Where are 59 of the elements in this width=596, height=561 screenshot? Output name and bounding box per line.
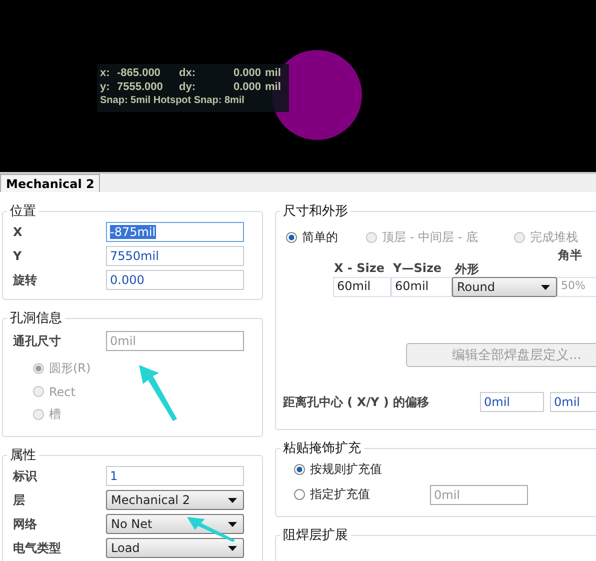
radio-button[interactable] — [286, 232, 297, 243]
readout-value: 7555.000 — [117, 80, 164, 94]
radio-label: 简单的 — [302, 229, 338, 246]
readout-label: y: — [100, 80, 111, 94]
column-header: 角半 — [558, 247, 583, 261]
group-title: 孔洞信息 — [9, 310, 63, 327]
column-header: 外形 — [455, 261, 479, 277]
group-title: 属性 — [9, 447, 37, 464]
group-title: 位置 — [9, 203, 37, 220]
column-header: X - Size — [334, 261, 386, 277]
input-field[interactable]: 0mil — [480, 392, 544, 412]
group-title: 粘贴掩饰扩充 — [282, 440, 362, 457]
radio-label: 指定扩充值 — [310, 486, 370, 503]
input-field[interactable]: -875mil — [106, 222, 244, 242]
field-label: 旋转 — [13, 272, 38, 288]
snap-info: Snap: 5mil Hotspot Snap: 8mil — [100, 94, 246, 108]
readout-label: dx: — [179, 66, 196, 80]
caret-icon — [228, 522, 237, 526]
input-field[interactable]: 60mil — [333, 277, 391, 297]
caret-icon — [228, 498, 237, 502]
readout-unit: mil — [265, 66, 281, 80]
radio-label: 圆形(R) — [49, 360, 91, 377]
radio-label: 槽 — [49, 406, 61, 423]
radio-label: 顶层 - 中间层 - 底 — [382, 229, 478, 246]
readout-unit: mil — [265, 80, 281, 94]
input-field[interactable]: 60mil — [391, 277, 452, 297]
input-field[interactable]: 0mil — [550, 392, 596, 412]
field-label: X — [13, 225, 24, 239]
field-label: 网络 — [13, 516, 38, 532]
field-label: 标识 — [13, 468, 38, 484]
radio-button[interactable] — [294, 464, 305, 475]
readout-value: -865.000 — [117, 66, 162, 80]
radio-label: 完成堆栈 — [530, 229, 578, 246]
field-label: 通孔尺寸 — [13, 332, 62, 350]
readout-label: x: — [100, 66, 111, 80]
caret-icon — [228, 546, 237, 550]
caret-icon — [541, 284, 550, 290]
field-label: Y — [13, 249, 23, 263]
group-title: 阻焊层扩展 — [282, 527, 349, 544]
field-label: 电气类型 — [13, 540, 62, 556]
dropdown[interactable]: No Net — [106, 514, 244, 534]
radio-label: Rect — [49, 384, 76, 398]
dropdown[interactable]: Round — [452, 277, 557, 297]
dropdown[interactable]: Load — [106, 538, 244, 558]
input-field[interactable]: 0.000 — [106, 270, 244, 290]
input-field[interactable]: 7550mil — [106, 246, 244, 266]
layer-tab[interactable]: Mechanical 2 — [0, 174, 100, 192]
radio-button[interactable] — [294, 489, 305, 500]
radio-label: 按规则扩充值 — [310, 461, 382, 478]
field-label: 层 — [13, 492, 26, 508]
field-label: 距离孔中心 ( X/Y ) 的偏移 — [283, 394, 430, 410]
readout-label: dy: — [179, 80, 196, 94]
column-header: Y—Size — [393, 261, 443, 277]
group-title: 尺寸和外形 — [282, 203, 349, 220]
readout-value: 0.000 — [232, 66, 261, 80]
arrow-annotation — [185, 515, 237, 543]
readout-value: 0.000 — [232, 80, 261, 94]
input-field[interactable]: 1 — [106, 466, 244, 486]
dropdown[interactable]: Mechanical 2 — [106, 490, 244, 510]
